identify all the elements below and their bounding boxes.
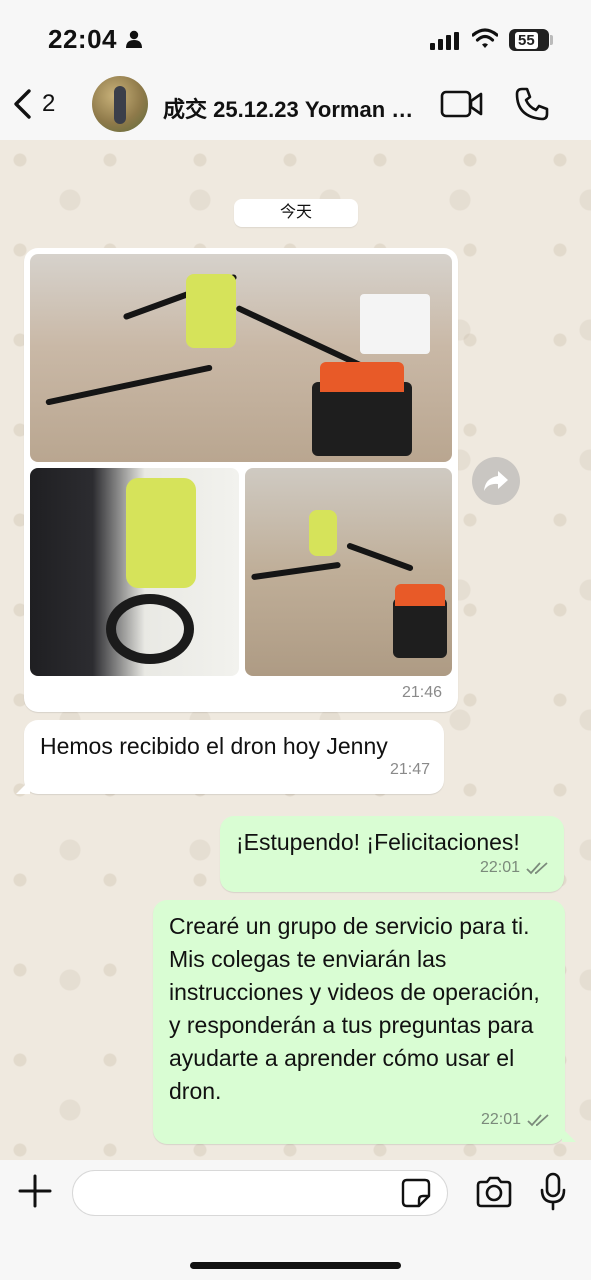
microphone-icon[interactable] (539, 1172, 567, 1212)
message-text: Hemos recibido el dron hoy Jenny (40, 733, 388, 759)
home-indicator (190, 1262, 401, 1269)
outgoing-message[interactable]: ¡Estupendo! ¡Felicitaciones! 22:01 (220, 816, 564, 892)
video-camera-icon[interactable] (440, 88, 484, 120)
message-text: Crearé un grupo de servicio para ti. Mis… (169, 913, 540, 1104)
hose-coil (106, 594, 194, 664)
contact-name[interactable]: 成交 25.12.23 Yorman H... (163, 92, 425, 124)
album-photo-2[interactable] (30, 468, 239, 676)
unread-count: 2 (42, 90, 56, 117)
generator-top (320, 362, 404, 392)
message-time: 22:01 (480, 1111, 521, 1128)
album-timestamp: 21:46 (401, 684, 442, 701)
cellular-signal-icon (430, 32, 459, 50)
read-ticks-icon (526, 861, 548, 874)
sticker-icon[interactable] (401, 1178, 431, 1208)
message-input[interactable] (72, 1170, 448, 1216)
album-photo-1[interactable] (30, 254, 452, 462)
battery-icon: 55 (509, 29, 549, 51)
generator-top (395, 584, 445, 606)
phone-icon[interactable] (514, 86, 550, 122)
person-icon (126, 30, 142, 48)
generator-body (312, 382, 412, 456)
drone-body (186, 274, 236, 348)
message-meta: 22:01 (481, 1103, 551, 1136)
drone-arm (251, 561, 341, 581)
battery-nub (550, 35, 553, 45)
read-ticks-icon (527, 1113, 549, 1126)
status-bar: 22:04 55 (0, 0, 591, 72)
plus-icon[interactable] (18, 1174, 52, 1208)
drone-arm (45, 364, 213, 406)
outgoing-bubble-tail (562, 1128, 576, 1142)
drone-arm (235, 304, 365, 370)
drone-arm (346, 542, 414, 572)
chevron-left-icon (14, 89, 31, 119)
battery-level: 55 (515, 31, 538, 49)
message-time: 21:47 (389, 761, 430, 778)
drone-body (126, 478, 196, 588)
album-photo-3[interactable] (245, 468, 452, 676)
incoming-message[interactable]: Hemos recibido el dron hoy Jenny 21:47 (24, 720, 444, 794)
forward-button[interactable] (472, 457, 520, 505)
message-meta: 22:01 (480, 851, 550, 884)
incoming-bubble-tail (16, 780, 30, 794)
photo-album-message[interactable]: 21:46 (24, 248, 458, 712)
generator-body (393, 598, 447, 658)
message-time: 22:01 (479, 859, 520, 876)
camera-icon[interactable] (475, 1176, 513, 1208)
wifi-icon (472, 28, 498, 48)
contact-avatar[interactable] (92, 76, 148, 132)
avatar-figure (114, 86, 126, 124)
forward-icon (484, 471, 508, 491)
drone-body (309, 510, 337, 556)
input-bar (0, 1160, 591, 1280)
message-text: ¡Estupendo! ¡Felicitaciones! (236, 829, 520, 855)
message-meta: 21:47 (390, 753, 430, 786)
date-chip: 今天 (234, 199, 358, 227)
back-button[interactable]: 2 (12, 88, 55, 120)
white-foam-block (360, 294, 430, 354)
outgoing-message[interactable]: Crearé un grupo de servicio para ti. Mis… (153, 900, 565, 1144)
status-time: 22:04 (48, 24, 117, 54)
chat-header: 2 成交 25.12.23 Yorman H... (0, 72, 591, 140)
